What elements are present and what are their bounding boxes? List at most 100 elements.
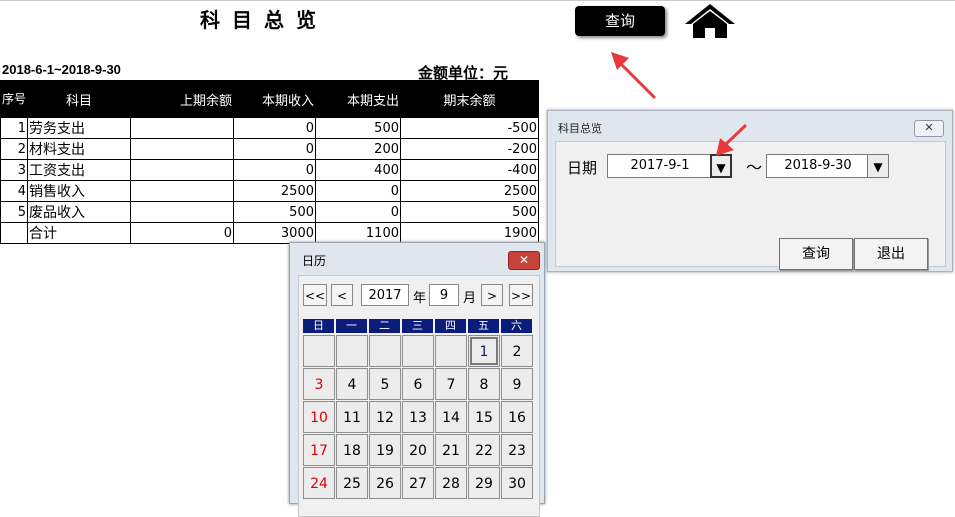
calendar-day[interactable]: 8 (468, 368, 500, 400)
calendar-title: 日历 (302, 254, 327, 268)
cell-expense: 200 (315, 138, 401, 160)
cell-end: 1900 (400, 222, 539, 244)
range-tilde: ～ (746, 158, 763, 177)
cell-prev (130, 159, 234, 181)
calendar-day[interactable]: 17 (303, 434, 335, 466)
cell-income: 0 (233, 159, 316, 181)
cell-end: -500 (400, 117, 539, 139)
month-field[interactable]: 9 (429, 284, 459, 306)
calendar-day[interactable]: 1 (468, 335, 500, 367)
calendar-day[interactable]: 3 (303, 368, 335, 400)
calendar-body: << < 2017 年 9 月 > >> 日 一 二 三 四 五 六 12345… (298, 275, 540, 517)
calendar-day[interactable]: 22 (468, 434, 500, 466)
calendar-day[interactable]: 9 (501, 368, 533, 400)
calendar-close-button[interactable]: ✕ (508, 251, 540, 270)
calendar-day[interactable]: 7 (435, 368, 467, 400)
calendar-day[interactable]: 4 (336, 368, 368, 400)
prev-month-button[interactable]: < (331, 284, 353, 306)
col-prev: 上期余额 (130, 80, 234, 118)
calendar-day[interactable]: 12 (369, 401, 401, 433)
weekday-header: 日 (303, 319, 334, 333)
cell-income: 0 (233, 117, 316, 139)
weekday-header: 五 (468, 319, 499, 333)
calendar-day[interactable]: 19 (369, 434, 401, 466)
start-date-field[interactable]: 2017-9-1 (607, 154, 713, 178)
cell-end: -400 (400, 159, 539, 181)
weekday-header: 三 (402, 319, 433, 333)
cell-income: 0 (233, 138, 316, 160)
calendar-day[interactable]: 26 (369, 467, 401, 499)
date-range-label: 2018-6-1~2018-9-30 (2, 62, 121, 77)
calendar-day[interactable]: 2 (501, 335, 533, 367)
query-button[interactable]: 查询 (575, 6, 665, 36)
cell-prev (130, 180, 234, 202)
year-field[interactable]: 2017 (361, 284, 409, 306)
calendar-day[interactable]: 27 (402, 467, 434, 499)
cell-subject: 合计 (27, 222, 131, 244)
cell-no: 5 (0, 201, 28, 223)
subject-overview-dialog: 科目总览 ✕ 日期 2017-9-1 ▼ ～ 2018-9-30 ▼ 查询 退出 (547, 110, 953, 272)
cell-subject: 材料支出 (27, 138, 131, 160)
home-icon[interactable] (683, 2, 737, 40)
calendar-day[interactable]: 13 (402, 401, 434, 433)
calendar-day[interactable]: 15 (468, 401, 500, 433)
cell-no: 4 (0, 180, 28, 202)
calendar-day[interactable]: 29 (468, 467, 500, 499)
col-no: 序号 (0, 80, 28, 118)
calendar-day[interactable]: 20 (402, 434, 434, 466)
next-month-button[interactable]: > (481, 284, 503, 306)
calendar-day[interactable]: 11 (336, 401, 368, 433)
date-label: 日期 (567, 159, 598, 177)
calendar-day[interactable]: 30 (501, 467, 533, 499)
cell-expense: 400 (315, 159, 401, 181)
cell-end: -200 (400, 138, 539, 160)
col-income: 本期收入 (233, 80, 316, 118)
dialog-title: 科目总览 (558, 122, 602, 135)
table-total-row: 合计 0 3000 1100 1900 (0, 222, 539, 244)
calendar-day[interactable]: 24 (303, 467, 335, 499)
calendar-day[interactable]: 5 (369, 368, 401, 400)
col-subject: 科目 (27, 80, 131, 118)
cell-expense: 0 (315, 201, 401, 223)
dialog-titlebar: 科目总览 ✕ (548, 111, 952, 141)
table-row: 4 销售收入 2500 0 2500 (0, 180, 539, 202)
end-date-field[interactable]: 2018-9-30 (766, 154, 870, 178)
cell-expense: 1100 (315, 222, 401, 244)
next-year-button[interactable]: >> (509, 284, 533, 306)
cell-income: 3000 (233, 222, 316, 244)
summary-table: 序号 科目 上期余额 本期收入 本期支出 期末余额 1 劳务支出 0 500 -… (0, 80, 539, 244)
calendar-day[interactable]: 23 (501, 434, 533, 466)
dialog-query-button[interactable]: 查询 (779, 238, 853, 270)
start-date-dropdown-button[interactable]: ▼ (710, 154, 732, 178)
calendar-day[interactable]: 28 (435, 467, 467, 499)
end-date-dropdown-button[interactable]: ▼ (867, 154, 889, 178)
calendar-day[interactable]: 25 (336, 467, 368, 499)
table-row: 2 材料支出 0 200 -200 (0, 138, 539, 160)
cell-income: 2500 (233, 180, 316, 202)
col-end: 期末余额 (400, 80, 539, 118)
cell-no: 2 (0, 138, 28, 160)
cell-expense: 0 (315, 180, 401, 202)
cell-prev: 0 (130, 222, 234, 244)
cell-no: 1 (0, 117, 28, 139)
table-row: 5 废品收入 500 0 500 (0, 201, 539, 223)
dialog-close-button[interactable]: ✕ (914, 120, 944, 137)
cell-end: 2500 (400, 180, 539, 202)
calendar-day[interactable]: 21 (435, 434, 467, 466)
cell-no (0, 222, 28, 244)
calendar-day[interactable]: 10 (303, 401, 335, 433)
calendar-empty-cell (369, 335, 401, 367)
calendar-day[interactable]: 14 (435, 401, 467, 433)
calendar-day[interactable]: 6 (402, 368, 434, 400)
calendar-day[interactable]: 16 (501, 401, 533, 433)
cell-subject: 工资支出 (27, 159, 131, 181)
calendar-day[interactable]: 18 (336, 434, 368, 466)
prev-year-button[interactable]: << (303, 284, 327, 306)
dialog-exit-button[interactable]: 退出 (854, 238, 928, 270)
dialog-body: 日期 2017-9-1 ▼ ～ 2018-9-30 ▼ 查询 退出 (555, 141, 946, 270)
cell-subject: 销售收入 (27, 180, 131, 202)
cell-no: 3 (0, 159, 28, 181)
calendar-titlebar: 日历 ✕ (290, 243, 544, 275)
table-header-row: 序号 科目 上期余额 本期收入 本期支出 期末余额 (0, 80, 539, 118)
cell-end: 500 (400, 201, 539, 223)
